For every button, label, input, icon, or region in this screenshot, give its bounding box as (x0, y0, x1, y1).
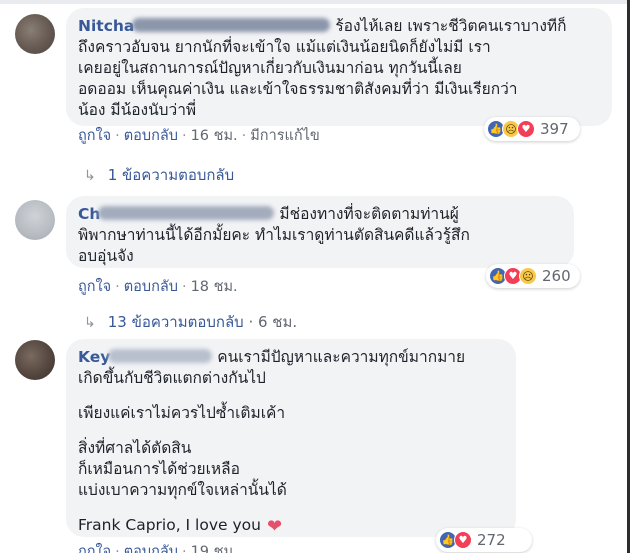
comment-text-line: อดออม เห็นคุณค่าเงิน และเข้าใจธรรมชาติสั… (78, 80, 518, 98)
edited-label[interactable]: มีการแก้ไข (250, 128, 320, 144)
comment-actions: ถูกใจ · ตอบกลับ · 19 ชม. (78, 540, 238, 553)
avatar[interactable] (15, 340, 55, 380)
comment-actions: ถูกใจ · ตอบกลับ · 16 ชม. · มีการแก้ไข (78, 124, 320, 147)
reply-link[interactable]: ตอบกลับ (124, 128, 178, 144)
comment-text-line: ร้องไห้เลย เพราะชีวิตคนเราบางทีก็ (335, 17, 567, 35)
reaction-count: 272 (477, 531, 506, 549)
separator-dot: · (243, 313, 258, 331)
heart-emoji-icon: ❤ (266, 516, 283, 537)
reply-link[interactable]: ตอบกลับ (124, 544, 178, 553)
comment-text-line: น้อง มีน้องนับว่าพี่ (78, 101, 197, 119)
separator-dot: · (115, 128, 120, 144)
comment-text-line: แบ่งเบาความทุกข์ใจเหล่านั้นได้ (78, 481, 287, 499)
replies-count: 13 ข้อความตอบกลับ (107, 313, 244, 331)
avatar[interactable] (15, 200, 55, 240)
comment-text-line: เคยอยู่ในสถานการณ์ปัญหาเกี่ยวกับเงินมาก่… (78, 59, 462, 77)
comment-text-line: ถึงคราวอับจน ยากนักที่จะเข้าใจ แม้แต่เงิ… (78, 38, 491, 56)
comment-author[interactable]: Ch (78, 205, 275, 223)
reaction-summary[interactable]: 👍 ♥ 272 (436, 528, 532, 552)
top-divider (0, 0, 630, 4)
love-reaction-icon: ♥ (454, 531, 472, 549)
redacted-name (132, 18, 331, 32)
replies-time: 6 ชม. (258, 313, 298, 331)
like-link[interactable]: ถูกใจ (78, 128, 111, 144)
reaction-summary[interactable]: 👍 ☹ ♥ 397 (484, 117, 580, 141)
separator-dot: · (181, 279, 187, 295)
comment-text-line: สิ่งที่ศาลได้ตัดสิน (78, 439, 192, 457)
separator-dot: · (181, 544, 187, 553)
separator-dot: · (181, 128, 187, 144)
separator-dot: · (241, 128, 247, 144)
replies-count: 1 ข้อความตอบกลับ (107, 166, 235, 184)
separator-dot: · (115, 279, 120, 295)
comment-text-line: อบอุ่นจัง (78, 247, 134, 265)
comment-bubble: Nitcha ร้องไห้เลย เพราะชีวิตคนเราบางทีก็… (66, 8, 612, 126)
comment-time[interactable]: 18 ชม. (191, 279, 238, 295)
reply-arrow-icon: ↳ (84, 315, 96, 331)
comment-author[interactable]: Key (78, 348, 213, 366)
like-link[interactable]: ถูกใจ (78, 279, 111, 295)
reaction-count: 260 (542, 267, 571, 285)
comment-text-line: มีช่องทางที่จะติดตามท่านผู้ (279, 205, 459, 223)
comment-time[interactable]: 16 ชม. (191, 128, 238, 144)
comment-text-line: พิพากษาท่านนี้ได้อีกมั้ยคะ ทำไมเราดูท่าน… (78, 226, 470, 244)
redacted-name (108, 349, 213, 363)
reaction-count: 397 (540, 120, 569, 138)
reply-arrow-icon: ↳ (84, 168, 96, 184)
comment-actions: ถูกใจ · ตอบกลับ · 18 ชม. (78, 275, 238, 298)
view-replies-link[interactable]: ↳ 1 ข้อความตอบกลับ (84, 163, 234, 187)
comment-text-line: ก็เหมือนการได้ช่วยเหลือ (78, 460, 240, 478)
redacted-name (98, 206, 275, 220)
comment-author[interactable]: Nitcha (78, 17, 331, 35)
avatar[interactable] (15, 14, 55, 54)
comment-bubble: Ch มีช่องทางที่จะติดตามท่านผู้ พิพากษาท่… (66, 196, 574, 268)
comment-text-line: เพียงแค่เราไม่ควรไปซ้ำเติมเค้า (78, 404, 286, 422)
comment-text-line: Frank Caprio, I love you (78, 516, 261, 534)
sad-reaction-icon: ☹ (519, 267, 537, 285)
comment-text-line: เกิดขึ้นกับชีวิตแตกต่างกันไป (78, 369, 266, 387)
comment-text-line: คนเรามีปัญหาและความทุกข์มากมาย (217, 348, 466, 366)
view-replies-link[interactable]: ↳ 13 ข้อความตอบกลับ · 6 ชม. (84, 310, 297, 334)
reply-link[interactable]: ตอบกลับ (124, 279, 178, 295)
separator-dot: · (115, 544, 120, 553)
comment-time[interactable]: 19 ชม. (191, 544, 238, 553)
reaction-summary[interactable]: 👍 ♥ ☹ 260 (486, 264, 580, 288)
love-reaction-icon: ♥ (517, 120, 535, 138)
comment-bubble: Key คนเรามีปัญหาและความทุกข์มากมาย เกิดข… (66, 339, 516, 537)
like-link[interactable]: ถูกใจ (78, 544, 111, 553)
